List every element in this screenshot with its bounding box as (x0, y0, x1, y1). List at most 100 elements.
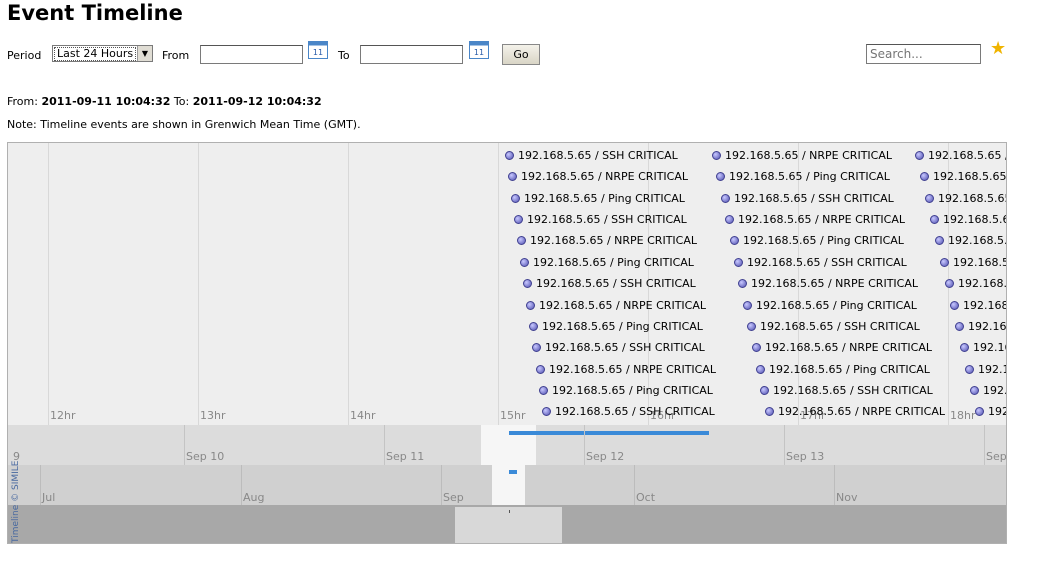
event-dot-icon[interactable] (960, 343, 969, 353)
event-label[interactable]: 192.168.5.65 / SSH CRITICAL (734, 192, 894, 205)
timeline-event[interactable]: 192.168.5.65 / SSH CRITICAL (532, 341, 705, 354)
timeline-event[interactable]: 192.168.5.65 / NRPE CRITICAL (508, 170, 688, 183)
event-dot-icon[interactable] (760, 385, 769, 395)
event-label[interactable]: 192.168.5.65 / Ping CRITICAL (524, 192, 685, 205)
event-dot-icon[interactable] (930, 215, 939, 225)
event-dot-icon[interactable] (712, 151, 721, 160)
event-label[interactable]: 192.168.5.65 / NRPE CRITICAL (953, 256, 1006, 269)
event-label[interactable]: 192.168.5.65 / SSH CRITICAL (760, 320, 920, 333)
timeline-event[interactable]: 192.168.5.65 / NRPE CRITICAL (765, 405, 945, 418)
event-label[interactable]: 192.168.5.65 / SSH CRITICAL (773, 384, 933, 397)
event-label[interactable]: 192.168.5.65 / SSH CRITICAL (933, 170, 1006, 183)
event-dot-icon[interactable] (716, 172, 725, 182)
event-label[interactable]: 192.168.5.65 / NRPE CRITICAL (968, 320, 1006, 333)
timeline-month-band[interactable]: Jul Aug Sep Oct Nov (8, 465, 1006, 505)
event-dot-icon[interactable] (738, 279, 747, 289)
event-label[interactable]: 192.168.5.65 / Ping CRITICAL (769, 363, 930, 376)
event-dot-icon[interactable] (529, 321, 538, 331)
timeline-event[interactable]: 192.168.5.65 / SSH CRITICAL (760, 384, 933, 397)
event-dot-icon[interactable] (508, 172, 517, 182)
event-label[interactable]: 192.168.5.65 / NRPE CRITICAL (738, 213, 905, 226)
event-dot-icon[interactable] (970, 385, 979, 395)
event-label[interactable]: 192.168.5.65 / NRPE CRITICAL (938, 192, 1006, 205)
event-dot-icon[interactable] (536, 364, 545, 374)
event-label[interactable]: 192.168.5.65 / NRPE CRITICAL (549, 363, 716, 376)
event-label[interactable]: 192.168.5.65 / Ping CRITICAL (988, 405, 1006, 418)
timeline-event[interactable]: 192.168.5.65 / SSH CRITICAL (505, 149, 678, 162)
event-dot-icon[interactable] (539, 385, 548, 395)
event-dot-icon[interactable] (765, 407, 774, 417)
event-label[interactable]: 192.168.5.65 / SSH CRITICAL (747, 256, 907, 269)
event-label[interactable]: 192.168.5.65 / NRPE CRITICAL (521, 170, 688, 183)
event-label[interactable]: 192.168.5.65 / SSH CRITICAL (527, 213, 687, 226)
event-label[interactable]: 192.168.5.65 / SSH CRITICAL (536, 277, 696, 290)
event-label[interactable]: 192.168.5.65 / Ping CRITICAL (542, 320, 703, 333)
timeline-event[interactable]: 192.168.5.65 / SSH CRITICAL (920, 170, 1006, 183)
event-label[interactable]: 192.168.5.65 / SSH CRITICAL (518, 149, 678, 162)
event-label[interactable]: 192.168.5.65 / Ping CRITICAL (958, 277, 1006, 290)
event-dot-icon[interactable] (511, 193, 520, 203)
event-dot-icon[interactable] (542, 407, 551, 417)
event-dot-icon[interactable] (505, 151, 514, 160)
event-dot-icon[interactable] (950, 300, 959, 310)
event-label[interactable]: 192.168.5.65 / NRPE CRITICAL (751, 277, 918, 290)
event-label[interactable]: 192.168.5.65 / SSH CRITICAL (978, 363, 1006, 376)
event-dot-icon[interactable] (920, 172, 929, 182)
event-dot-icon[interactable] (756, 364, 765, 374)
timeline-event[interactable]: 192.168.5.65 / SSH CRITICAL (935, 234, 1006, 247)
event-dot-icon[interactable] (975, 407, 984, 417)
timeline-event[interactable]: 192.168.5.65 / SSH CRITICAL (542, 405, 715, 418)
timeline-event[interactable]: 192.168.5.65 / Ping CRITICAL (529, 320, 703, 333)
timeline-event[interactable]: 192.168.5.65 / NRPE CRITICAL (752, 341, 932, 354)
event-dot-icon[interactable] (747, 321, 756, 331)
go-button[interactable]: Go (502, 44, 540, 65)
event-label[interactable]: 192.168.5.65 / NRPE CRITICAL (778, 405, 945, 418)
event-dot-icon[interactable] (532, 343, 541, 353)
timeline-event[interactable]: 192.168.5.65 / NRPE CRITICAL (517, 234, 697, 247)
timeline-event[interactable]: 192.168.5.65 / Ping CRITICAL (716, 170, 890, 183)
chevron-down-icon[interactable]: ▼ (137, 46, 152, 61)
event-label[interactable]: 192.168.5.65 / Ping CRITICAL (973, 341, 1006, 354)
event-label[interactable]: 192.168.5.65 / Ping CRITICAL (943, 213, 1006, 226)
timeline-event[interactable]: 192.168.5.65 / SSH CRITICAL (514, 213, 687, 226)
event-dot-icon[interactable] (935, 236, 944, 246)
event-label[interactable]: 192.168.5.65 / Ping CRITICAL (928, 149, 1006, 162)
timeline-event[interactable]: 192.168.5.65 / NRPE CRITICAL (970, 384, 1006, 397)
event-dot-icon[interactable] (955, 321, 964, 331)
timeline-event[interactable]: 192.168.5.65 / NRPE CRITICAL (925, 192, 1006, 205)
timeline-event[interactable]: 192.168.5.65 / Ping CRITICAL (960, 341, 1006, 354)
timeline-event[interactable]: 192.168.5.65 / SSH CRITICAL (523, 277, 696, 290)
timeline-hour-band[interactable]: 12hr 13hr 14hr 15hr 16hr 17hr 18hr 192.1… (8, 143, 1006, 425)
timeline-event[interactable]: 192.168.5.65 / Ping CRITICAL (930, 213, 1006, 226)
timeline-event[interactable]: 192.168.5.65 / NRPE CRITICAL (725, 213, 905, 226)
timeline-day-band[interactable]: 9 Sep 10 Sep 11 Sep 12 Sep 13 Sep (8, 425, 1006, 465)
event-timeline[interactable]: 12hr 13hr 14hr 15hr 16hr 17hr 18hr 192.1… (7, 142, 1007, 544)
event-dot-icon[interactable] (517, 236, 526, 246)
event-dot-icon[interactable] (730, 236, 739, 246)
event-label[interactable]: 192.168.5.65 / SSH CRITICAL (555, 405, 715, 418)
event-label[interactable]: 192.168.5.65 / NRPE CRITICAL (725, 149, 892, 162)
timeline-event[interactable]: 192.168.5.65 / Ping CRITICAL (511, 192, 685, 205)
event-label[interactable]: 192.168.5.65 / Ping CRITICAL (552, 384, 713, 397)
from-calendar-icon[interactable]: 11 (308, 41, 328, 59)
event-label[interactable]: 192.168.5.65 / Ping CRITICAL (729, 170, 890, 183)
event-label[interactable]: 192.168.5.65 / NRPE CRITICAL (765, 341, 932, 354)
event-dot-icon[interactable] (915, 151, 924, 160)
event-dot-icon[interactable] (520, 257, 529, 267)
timeline-event[interactable]: 192.168.5.65 / Ping CRITICAL (539, 384, 713, 397)
event-dot-icon[interactable] (752, 343, 761, 353)
from-date-input[interactable] (200, 45, 303, 64)
timeline-event[interactable]: 192.168.5.65 / NRPE CRITICAL (526, 299, 706, 312)
event-dot-icon[interactable] (945, 279, 954, 289)
timeline-event[interactable]: 192.168.5.65 / SSH CRITICAL (721, 192, 894, 205)
timeline-event[interactable]: 192.168.5.65 / SSH CRITICAL (965, 363, 1006, 376)
event-label[interactable]: 192.168.5.65 / Ping CRITICAL (756, 299, 917, 312)
event-label[interactable]: 192.168.5.65 / Ping CRITICAL (743, 234, 904, 247)
event-label[interactable]: 192.168.5.65 / SSH CRITICAL (545, 341, 705, 354)
event-dot-icon[interactable] (514, 215, 523, 225)
timeline-event[interactable]: 192.168.5.65 / Ping CRITICAL (743, 299, 917, 312)
timeline-event[interactable]: 192.168.5.65 / SSH CRITICAL (734, 256, 907, 269)
timeline-event[interactable]: 192.168.5.65 / NRPE CRITICAL (712, 149, 892, 162)
event-dot-icon[interactable] (734, 257, 743, 267)
event-dot-icon[interactable] (523, 279, 532, 289)
